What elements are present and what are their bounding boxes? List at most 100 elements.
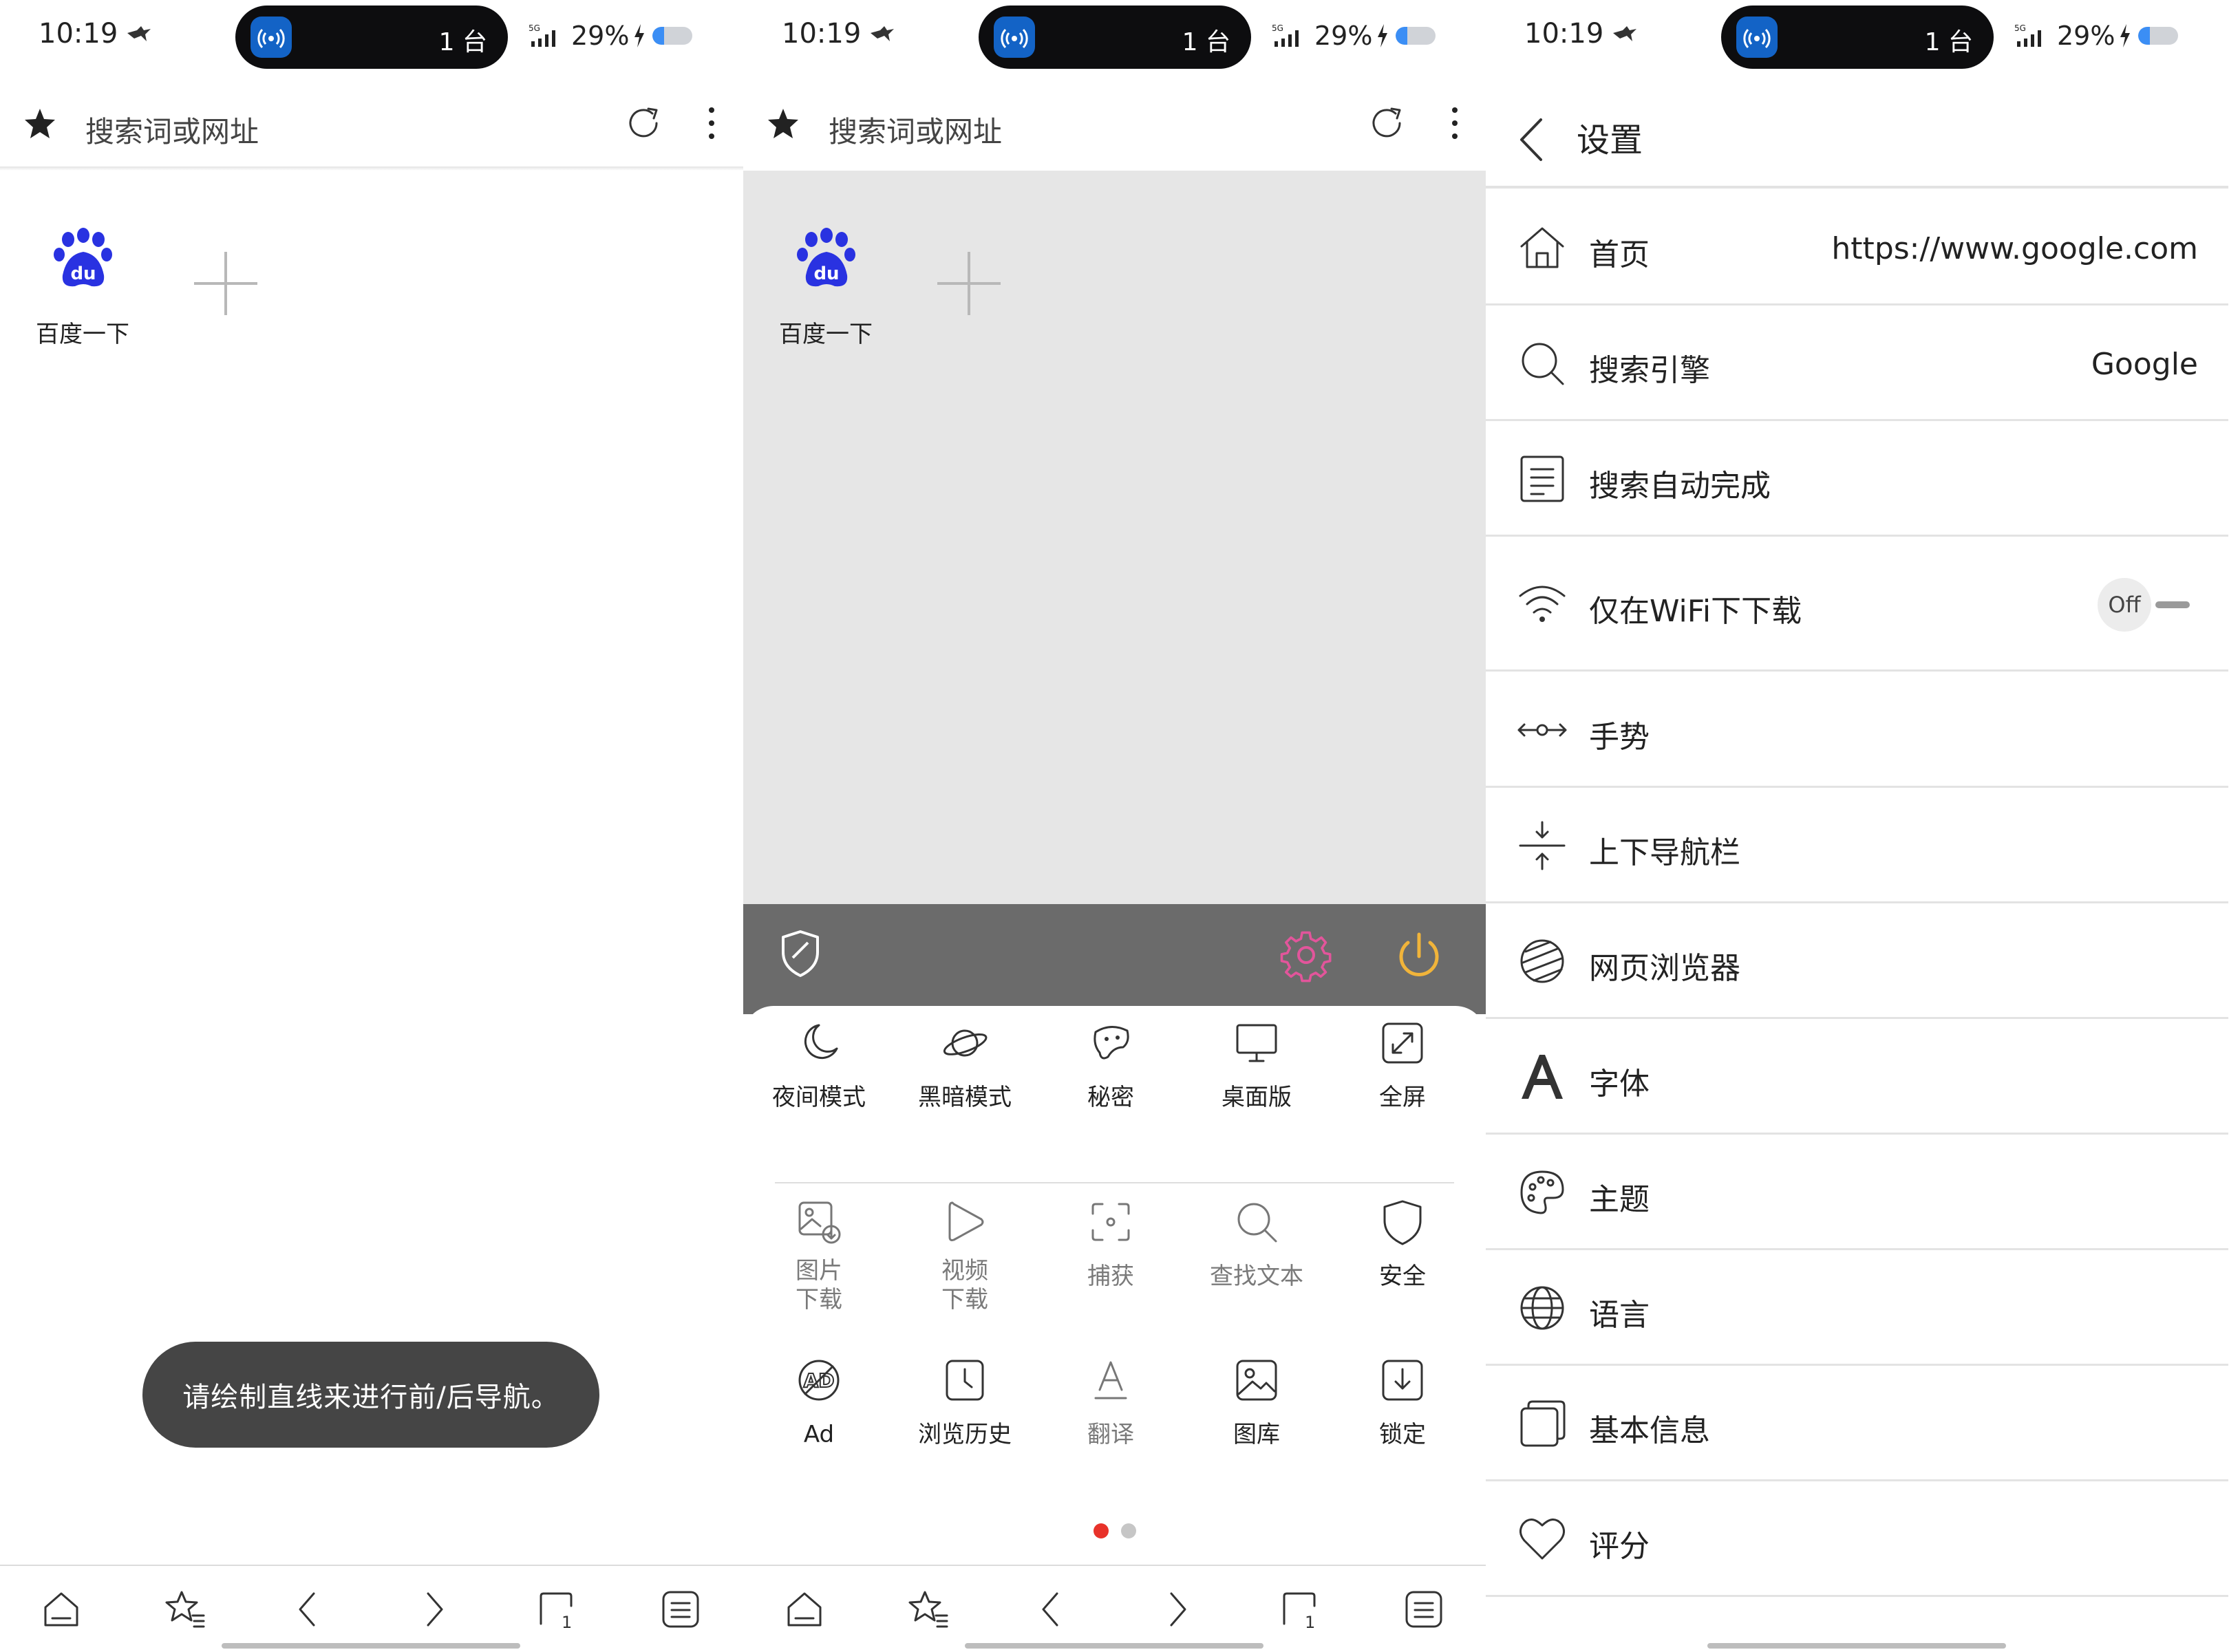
planet-icon [943, 1029, 988, 1057]
settings-row-wifi-download[interactable]: 仅在WiFi下下载 Off [1486, 538, 2228, 672]
toggle-state-label: Off [2098, 578, 2151, 632]
page-dot[interactable] [1120, 1523, 1136, 1538]
svg-text:5G: 5G [1272, 23, 1283, 33]
menu-label: 捕获 [1087, 1263, 1134, 1290]
forward-icon[interactable] [409, 1585, 457, 1633]
settings-row-label: 字体 [1589, 1066, 1650, 1102]
charging-icon [633, 24, 646, 47]
baidu-logo-text: du [813, 264, 839, 284]
charging-icon [2119, 24, 2131, 47]
address-toolbar: 搜索词或网址 [0, 89, 743, 167]
more-menu-icon[interactable] [1438, 100, 1471, 146]
night-mode-button[interactable]: 夜间模式 [745, 1011, 893, 1112]
bookmark-star-icon[interactable] [765, 106, 801, 142]
document-icon [1516, 453, 1568, 505]
page-dot-active[interactable] [1093, 1523, 1109, 1538]
ad-block-button[interactable]: AD Ad [745, 1349, 893, 1449]
settings-row-autocomplete[interactable]: 搜索自动完成 [1486, 422, 2228, 537]
menu-label: 桌面版 [1222, 1084, 1292, 1111]
dark-mode-button[interactable]: 黑暗模式 [890, 1011, 1039, 1112]
lock-button[interactable]: 锁定 [1328, 1349, 1477, 1449]
shield-check-icon[interactable] [778, 927, 823, 980]
baidu-logo-text: du [70, 264, 96, 284]
capture-button[interactable]: 捕获 [1036, 1190, 1185, 1291]
add-speed-dial-icon[interactable] [191, 249, 260, 318]
dynamic-island: 1 台 [1721, 6, 1994, 69]
speed-dial-baidu[interactable]: du 百度一下 [771, 227, 881, 349]
reload-icon[interactable] [621, 100, 666, 146]
security-button[interactable]: 安全 [1328, 1190, 1477, 1291]
gallery-button[interactable]: 图库 [1182, 1349, 1331, 1449]
web-browser-icon [1516, 935, 1568, 987]
menu-icon[interactable] [657, 1585, 705, 1633]
play-icon [948, 1201, 984, 1241]
tabs-count: 1 [1305, 1613, 1315, 1632]
dynamic-island: 1 台 [235, 6, 508, 69]
video-download-button[interactable]: 视频 下载 [890, 1190, 1039, 1314]
bookmarks-icon[interactable] [904, 1585, 952, 1633]
image-download-icon [798, 1201, 841, 1244]
history-button[interactable]: 浏览历史 [890, 1349, 1039, 1449]
settings-row-rate[interactable]: 评分 [1486, 1483, 2228, 1597]
menu-label: 视频 下载 [941, 1257, 988, 1313]
address-toolbar: 搜索词或网址 [743, 89, 1486, 167]
bookmark-star-icon[interactable] [22, 106, 58, 142]
tabs-icon[interactable]: 1 [533, 1585, 581, 1633]
battery-fill [652, 27, 665, 45]
secret-mode-button[interactable]: 秘密 [1036, 1011, 1185, 1112]
settings-row-homepage[interactable]: 首页 https://www.google.com [1486, 191, 2228, 305]
live-broadcast-icon [250, 17, 292, 58]
back-icon[interactable] [1028, 1585, 1076, 1633]
tabs-icon[interactable]: 1 [1276, 1585, 1324, 1633]
collapse-vertical-icon [1516, 819, 1568, 872]
wifi-icon [1516, 577, 1568, 629]
back-arrow-icon[interactable] [1513, 110, 1548, 169]
add-speed-dial-icon[interactable] [935, 249, 1003, 318]
svg-text:5G: 5G [529, 23, 540, 33]
fullscreen-button[interactable]: 全屏 [1328, 1011, 1477, 1112]
dynamic-island: 1 台 [979, 6, 1251, 69]
settings-row-label: 上下导航栏 [1589, 835, 1740, 870]
bookmarks-icon[interactable] [161, 1585, 209, 1633]
settings-row-about[interactable]: 基本信息 [1486, 1367, 2228, 1481]
status-bar: 10:19 1 台 5G 29% [1486, 0, 2228, 74]
image-download-button[interactable]: 图片 下载 [745, 1190, 893, 1314]
gear-icon[interactable] [1279, 929, 1334, 984]
speed-dial-label: 百度一下 [779, 321, 873, 348]
settings-row-font[interactable]: 字体 [1486, 1020, 2228, 1135]
reload-icon[interactable] [1364, 100, 1409, 146]
address-bar-input[interactable]: 搜索词或网址 [85, 109, 259, 151]
live-broadcast-icon [994, 17, 1035, 58]
home-icon[interactable] [780, 1585, 829, 1633]
more-menu-icon[interactable] [695, 100, 728, 146]
settings-row-web-browser[interactable]: 网页浏览器 [1486, 905, 2228, 1019]
bottom-nav-bar: 1 [743, 1565, 1486, 1652]
power-icon[interactable] [1391, 929, 1447, 984]
signal-5g-icon: 5G [529, 22, 567, 50]
speed-dial-baidu[interactable]: du 百度一下 [28, 227, 138, 349]
signal-5g-icon: 5G [2014, 22, 2053, 50]
settings-row-nav-bars[interactable]: 上下导航栏 [1486, 789, 2228, 903]
desktop-version-button[interactable]: 桌面版 [1182, 1011, 1331, 1112]
menu-page-indicator [743, 1523, 1486, 1538]
forward-icon[interactable] [1152, 1585, 1200, 1633]
page-title: 设置 [1577, 121, 1643, 160]
wifi-download-toggle[interactable]: Off [2098, 578, 2190, 632]
gesture-icon [1516, 704, 1568, 756]
find-text-button[interactable]: 查找文本 [1182, 1190, 1331, 1291]
translate-button[interactable]: 翻译 [1036, 1349, 1185, 1449]
home-icon[interactable] [37, 1585, 85, 1633]
gesture-handle [965, 1643, 1263, 1649]
address-bar-input[interactable]: 搜索词或网址 [829, 109, 1002, 151]
settings-row-language[interactable]: 语言 [1486, 1252, 2228, 1366]
back-icon[interactable] [285, 1585, 333, 1633]
live-broadcast-icon [1736, 17, 1778, 58]
settings-row-gestures[interactable]: 手势 [1486, 674, 2228, 788]
live-device-count: 1 台 [1182, 28, 1230, 56]
settings-row-search-engine[interactable]: 搜索引擎 Google [1486, 307, 2228, 421]
menu-icon[interactable] [1400, 1585, 1448, 1633]
settings-row-theme[interactable]: 主题 [1486, 1136, 2228, 1250]
expand-icon [1382, 1022, 1423, 1064]
translate-icon [1094, 1361, 1127, 1399]
menu-label: 黑暗模式 [918, 1084, 1012, 1111]
